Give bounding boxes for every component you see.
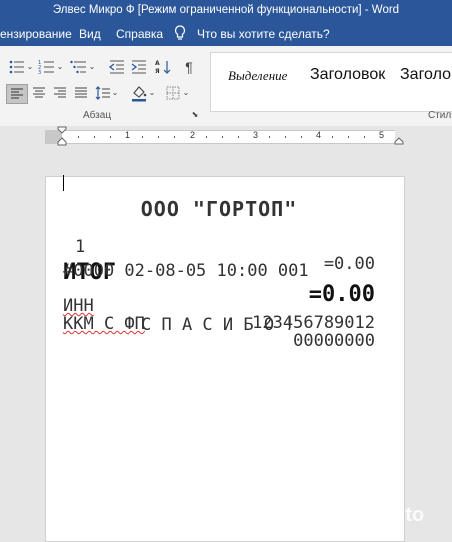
styles-group-label: Стили — [428, 110, 452, 121]
svg-text:Я: Я — [155, 68, 160, 75]
receipt-info-line: #0000 02-08-05 10:00 001 — [63, 261, 309, 281]
chevron-down-icon[interactable]: ⌄ — [111, 85, 119, 101]
window-title: Элвес Микро Ф [Режим ограниченной функци… — [52, 4, 400, 16]
ribbon: ⌄ 123 ⌄ ⌄ АЯ ¶ ⌄ ⌄ ⌄ Абзац ⬊ Выделение З… — [0, 46, 452, 127]
multilevel-list-icon[interactable] — [70, 59, 88, 75]
align-right-icon[interactable] — [51, 85, 69, 101]
style-emphasis[interactable]: Выделение — [228, 68, 287, 84]
tell-me-search[interactable]: Что вы хотите сделать? — [197, 27, 330, 41]
paragraph-group-label: Абзац — [83, 110, 112, 121]
title-bar: Элвес Микро Ф [Режим ограниченной функци… — [0, 0, 452, 22]
receipt-thanks: С П А С И Б О ! — [141, 315, 295, 335]
style-heading-1[interactable]: Заголовок — [310, 66, 385, 84]
numbering-icon[interactable]: 123 — [38, 59, 56, 75]
svg-text:3: 3 — [38, 70, 41, 75]
avito-watermark: Avito — [375, 504, 425, 526]
svg-text:А: А — [155, 60, 160, 67]
tab-review[interactable]: ензирование — [0, 27, 72, 41]
decrease-indent-icon[interactable] — [108, 59, 126, 75]
tab-view[interactable]: Вид — [79, 27, 101, 41]
align-left-icon[interactable] — [6, 84, 28, 104]
shading-icon[interactable] — [130, 84, 148, 102]
chevron-down-icon[interactable]: ⌄ — [148, 85, 156, 101]
pilcrow-icon[interactable]: ¶ — [180, 59, 198, 75]
chevron-down-icon[interactable]: ⌄ — [182, 85, 190, 101]
borders-icon[interactable] — [164, 85, 182, 101]
kkm-value: 00000000 — [293, 331, 375, 351]
bullets-icon[interactable] — [8, 59, 26, 75]
horizontal-ruler[interactable]: 1 2 3 4 5 — [0, 126, 452, 146]
dialog-launcher-icon[interactable]: ⬊ — [190, 110, 200, 120]
indent-marker-icon[interactable] — [57, 126, 67, 146]
chevron-down-icon[interactable]: ⌄ — [26, 59, 34, 75]
align-center-icon[interactable] — [30, 85, 48, 101]
increase-indent-icon[interactable] — [130, 59, 148, 75]
avito-logo-icon — [349, 504, 370, 525]
text-caret — [63, 175, 64, 191]
right-indent-marker-icon[interactable] — [394, 137, 404, 145]
style-heading-2[interactable]: Заголо — [400, 66, 451, 84]
kkm-label: ККМ С ФП — [63, 314, 145, 334]
chevron-down-icon[interactable]: ⌄ — [56, 59, 64, 75]
menu-bar: ензирование Вид Справка Что вы хотите сд… — [0, 22, 452, 46]
styles-gallery: Выделение Заголовок Заголо — [210, 52, 452, 112]
line-spacing-icon[interactable] — [94, 85, 112, 101]
justify-icon[interactable] — [72, 85, 90, 101]
tab-help[interactable]: Справка — [116, 27, 163, 41]
lightbulb-icon[interactable] — [174, 25, 186, 44]
document-page[interactable]: ООО "ГОРТОП" 1 =0.00 ИТОГ =0.00 #0000 02… — [45, 176, 405, 542]
receipt-header: ООО "ГОРТОП" — [140, 197, 298, 221]
sort-icon[interactable]: АЯ — [154, 59, 172, 75]
chevron-down-icon[interactable]: ⌄ — [88, 59, 96, 75]
